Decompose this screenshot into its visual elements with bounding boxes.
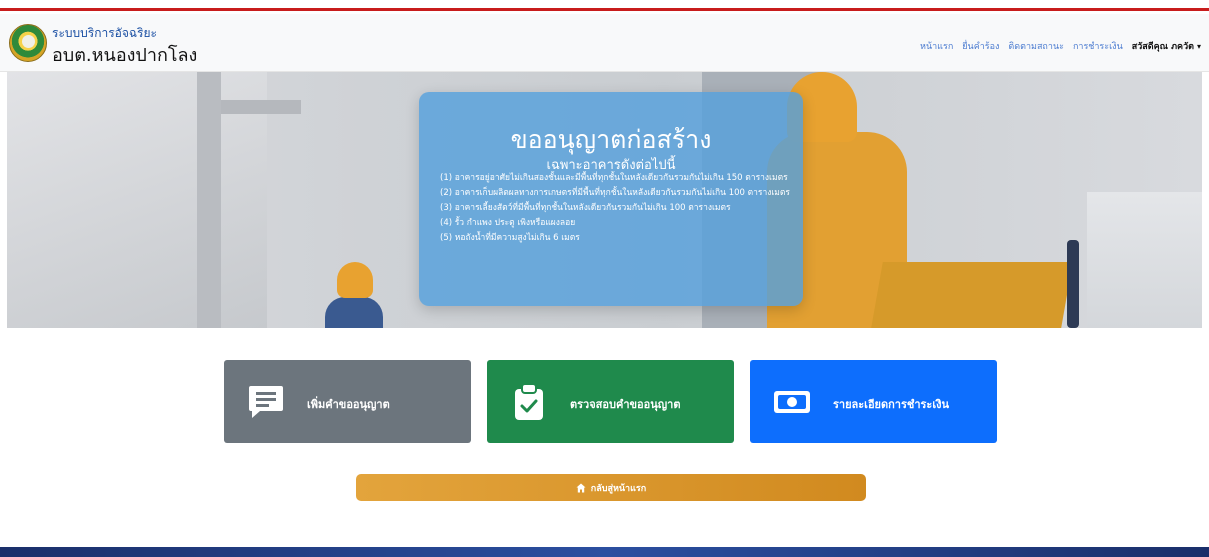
check-request-button[interactable]: ตรวจสอบคำขออนุญาต <box>487 360 734 443</box>
organization-logo[interactable] <box>9 24 47 62</box>
list-item: (5) หอถังน้ำที่มีความสูงไม่เกิน 6 เมตร <box>440 233 580 243</box>
nav-home-link[interactable]: หน้าแรก <box>920 39 953 53</box>
hero-bg-crane <box>197 72 221 328</box>
permit-info-card: ขออนุญาตก่อสร้าง เฉพาะอาคารดังต่อไปนี้ (… <box>419 92 803 306</box>
hero-small-worker-helmet <box>337 262 373 298</box>
permit-building-list: (1) อาคารอยู่อาศัยไม่เกินสองชั้นและมีพื้… <box>440 173 792 248</box>
check-request-label: ตรวจสอบคำขออนุญาต <box>570 398 681 411</box>
list-item: (3) อาคารเลี้ยงสัตว์ที่มีพื้นที่ทุกชั้นใ… <box>440 203 731 213</box>
hero-bg-beam <box>221 100 301 114</box>
top-accent-bar <box>0 0 1209 11</box>
nav-submit-link[interactable]: ยื่นคำร้อง <box>962 39 999 53</box>
hero-banner: ขออนุญาตก่อสร้าง เฉพาะอาคารดังต่อไปนี้ (… <box>7 72 1202 328</box>
clipboard-check-icon <box>509 382 549 422</box>
navbar: ระบบบริการอัจฉริยะ อบต.หนองปากโลง หน้าแร… <box>0 14 1209 72</box>
action-buttons: เพิ่มคำขออนุญาต ตรวจสอบคำขออนุญาต รายละเ… <box>224 360 997 443</box>
back-to-home-button[interactable]: กลับสู่หน้าแรก <box>356 474 866 501</box>
hero-bg-wall <box>1087 192 1202 328</box>
message-icon <box>246 382 286 422</box>
permit-subtitle: เฉพาะอาคารดังต่อไปนี้ <box>546 158 676 173</box>
hero-small-worker-body <box>325 297 383 328</box>
hero-machine-pipe <box>1067 240 1079 328</box>
banknote-icon <box>772 382 812 422</box>
nav-track-link[interactable]: ติดตามสถานะ <box>1008 39 1064 53</box>
footer-bar <box>0 547 1209 557</box>
user-name: สวัสดีคุณ ภควัต <box>1131 42 1194 52</box>
chevron-down-icon: ▾ <box>1196 41 1201 51</box>
user-menu[interactable]: สวัสดีคุณ ภควัต ▾ <box>1132 39 1201 53</box>
payment-details-button[interactable]: รายละเอียดการชำระเงิน <box>750 360 997 443</box>
back-to-home-label: กลับสู่หน้าแรก <box>590 483 647 494</box>
nav-links: หน้าแรก ยื่นคำร้อง ติดตามสถานะ การชำระเง… <box>920 39 1201 53</box>
home-icon <box>576 483 586 492</box>
list-item: (1) อาคารอยู่อาศัยไม่เกินสองชั้นและมีพื้… <box>440 173 788 183</box>
list-item: (2) อาคารเก็บผลิตผลทางการเกษตรที่มีพื้นท… <box>440 188 790 198</box>
hero-machine <box>871 262 1073 328</box>
add-request-button[interactable]: เพิ่มคำขออนุญาต <box>224 360 471 443</box>
payment-details-label: รายละเอียดการชำระเงิน <box>833 398 949 411</box>
brand-title[interactable]: อบต.หนองปากโลง <box>52 40 197 69</box>
nav-payment-link[interactable]: การชำระเงิน <box>1073 39 1123 53</box>
list-item: (4) รั้ว กำแพง ประตู เพิงหรือแผงลอย <box>440 218 576 228</box>
add-request-label: เพิ่มคำขออนุญาต <box>307 398 390 411</box>
